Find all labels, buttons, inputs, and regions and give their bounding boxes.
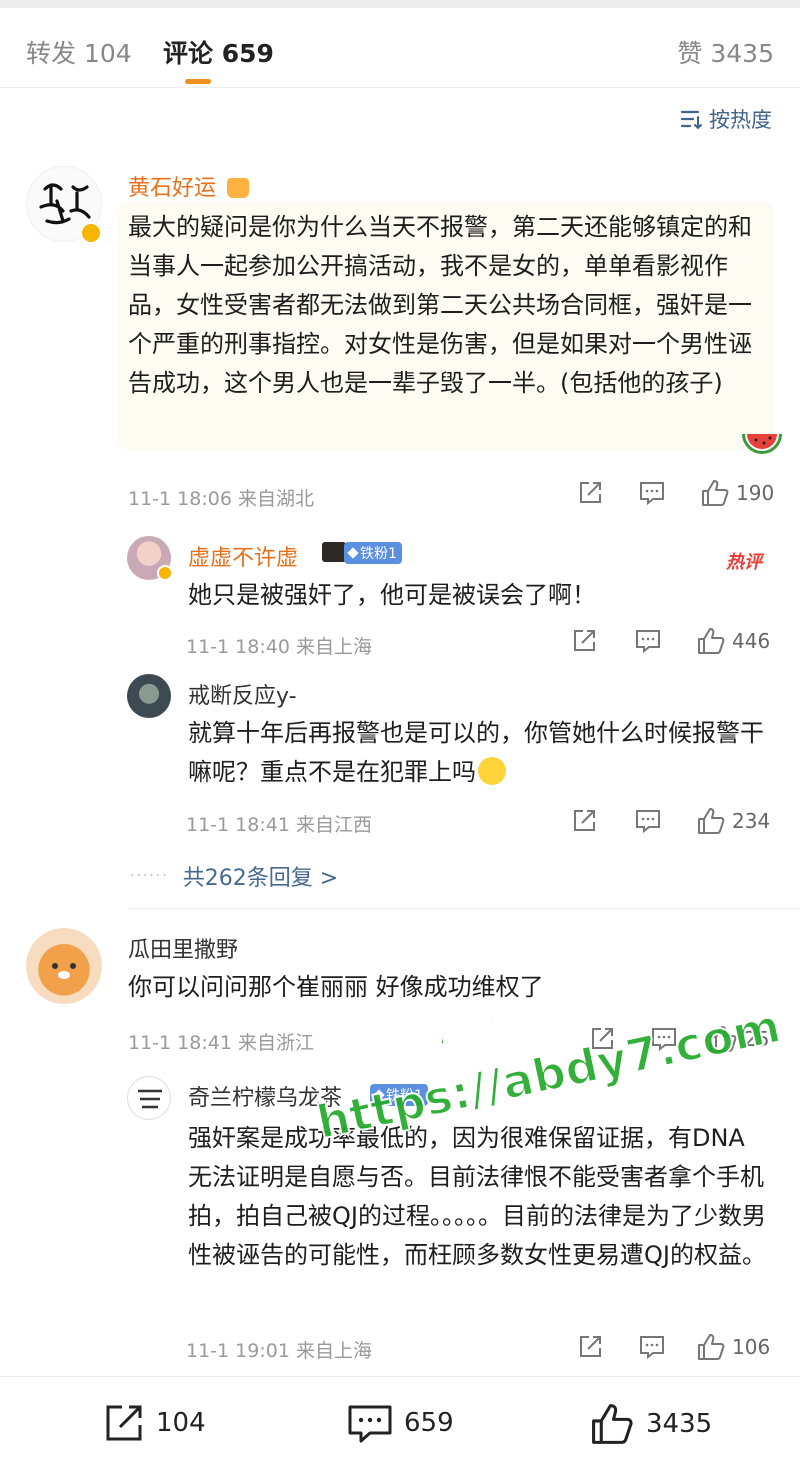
like-icon[interactable]: [696, 806, 726, 836]
comment-text: 就算十年后再报警也是可以的，你管她什么时候报警干嘛呢？重点不是在犯罪上吗: [188, 714, 768, 792]
comment-text-content: 就算十年后再报警也是可以的，你管她什么时候报警干嘛呢？重点不是在犯罪上吗: [188, 719, 764, 786]
hot-comment-badge: 热评: [726, 552, 762, 573]
like-count: 446: [732, 629, 771, 653]
fan-badge-text: 铁粉1: [360, 546, 397, 562]
like-icon[interactable]: [696, 626, 726, 656]
username[interactable]: 虚虚不许虚: [188, 540, 298, 572]
like-count: 234: [732, 809, 771, 833]
more-replies-text: 共262条回复 >: [182, 866, 339, 891]
bottom-action-bar: 104 659 3435: [0, 1376, 800, 1471]
comment-actions: 234: [570, 806, 770, 836]
reply-icon[interactable]: [638, 479, 666, 507]
reply-icon[interactable]: [634, 807, 662, 835]
comment-text: 最大的疑问是你为什么当天不报警，第二天还能够镇定的和当事人一起参加公开搞活动，我…: [128, 213, 752, 397]
comment-text: 她只是被强奸了，他可是被误会了啊！: [188, 581, 596, 609]
like-icon[interactable]: [700, 478, 730, 508]
like-icon: [592, 1404, 633, 1444]
comment-actions: 106: [576, 1332, 770, 1362]
reply-icon[interactable]: [634, 627, 662, 655]
fan-badge: 铁粉1: [344, 542, 402, 564]
share-icon: [106, 1405, 142, 1441]
tab-repost[interactable]: 转发 104: [26, 34, 132, 70]
divider: [128, 908, 800, 909]
comment-button[interactable]: 659: [346, 1401, 454, 1445]
comment-text: 强奸案是成功率最低的，因为很难保留证据，有DNA无法证明是自愿与否。目前法律恨不…: [188, 1124, 766, 1269]
like-count: 190: [736, 481, 775, 505]
tab-bar: 转发 104 评论 659 赞 3435: [0, 8, 800, 88]
comment-actions: 190: [576, 478, 774, 508]
comment-count: 659: [404, 1408, 454, 1438]
crown-icon: [322, 542, 346, 562]
tab-comments[interactable]: 评论 659: [163, 34, 274, 84]
share-icon[interactable]: [570, 807, 598, 835]
like-button[interactable]: 3435: [588, 1401, 712, 1447]
comment-meta: 11-1 19:01 来自上海: [186, 1340, 372, 1362]
username[interactable]: 黄石好运: [128, 170, 250, 202]
crown-icon: [227, 178, 250, 198]
repost-count: 104: [156, 1408, 206, 1438]
share-icon[interactable]: [576, 1333, 604, 1361]
avatar[interactable]: [26, 928, 102, 1004]
comment-meta: 11-1 18:40 来自上海: [186, 636, 372, 658]
verified-icon: [157, 565, 173, 581]
sort-by-hot-button[interactable]: 按热度: [679, 104, 772, 134]
username[interactable]: 瓜田里撒野: [128, 932, 238, 964]
comment-actions: 446: [570, 626, 770, 656]
comment-meta: 11-1 18:41 来自江西: [186, 814, 372, 836]
like-count: 106: [732, 1335, 771, 1359]
share-icon[interactable]: [576, 479, 604, 507]
comment-meta: 11-1 18:41 来自浙江: [128, 1032, 314, 1054]
comment-meta: 11-1 18:06 来自湖北: [128, 488, 314, 510]
reply-icon[interactable]: [638, 1333, 666, 1361]
top-strip: [0, 0, 800, 8]
comment-icon: [348, 1405, 392, 1443]
sort-icon: [680, 110, 702, 130]
like-icon[interactable]: [696, 1332, 726, 1362]
watermelon-icon: [740, 424, 784, 460]
username[interactable]: 戒断反应y-: [188, 678, 297, 710]
diamond-icon: [347, 547, 359, 559]
username-text: 黄石好运: [128, 176, 217, 201]
verified-icon: [80, 222, 102, 244]
like-count: 3435: [646, 1409, 713, 1439]
avatar[interactable]: [127, 674, 171, 718]
dots-icon: ······: [130, 868, 169, 884]
avatar[interactable]: [127, 1076, 171, 1120]
smirk-emoji-icon: [478, 757, 506, 785]
sort-label: 按热度: [709, 108, 772, 132]
view-more-replies-link[interactable]: ······ 共262条回复 >: [130, 860, 338, 892]
repost-button[interactable]: 104: [102, 1401, 206, 1445]
share-icon[interactable]: [570, 627, 598, 655]
tab-likes[interactable]: 赞 3435: [677, 34, 774, 70]
